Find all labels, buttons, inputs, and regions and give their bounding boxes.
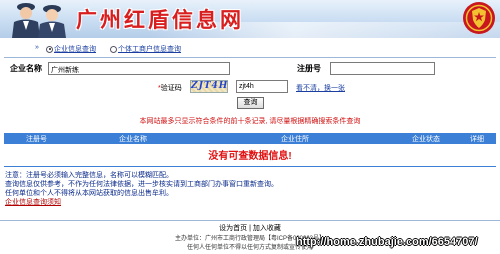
tab-enterprise-search[interactable]: 企业信息查询: [46, 44, 96, 54]
note-line: 任何单位和个人不得将从本网站获取的信息出售牟利。: [5, 190, 173, 197]
registration-number-input[interactable]: [330, 62, 435, 75]
search-form: 企业名称 广州新练 注册号 *验证码 ZJT4H zjt4h 看不清，换一张 查…: [4, 57, 496, 113]
no-data-message: 没有可查数据信息!: [208, 151, 292, 162]
watermark-text: http://home.zhubajie.com/6654707/: [296, 236, 478, 248]
notes-section: 注意：注册号必须输入完整信息，名称可以模糊匹配。 查询信息仅供参考，不作为任何法…: [5, 171, 495, 207]
officers-illustration-icon: [12, 3, 66, 38]
footer-links: 设为首页 | 加入收藏: [0, 223, 500, 233]
footer-separator: |: [249, 225, 251, 232]
captcha-input[interactable]: zjt4h: [236, 80, 288, 93]
column-header-detail: 详细: [470, 136, 484, 143]
tab-label: 企业信息查询: [54, 46, 96, 53]
footer-divider: [0, 220, 500, 221]
results-table-header: 注册号 企业名称 企业住所 企业状态 详细: [4, 133, 496, 144]
set-homepage-link[interactable]: 设为首页: [219, 225, 247, 232]
result-limit-notice: 本网站最多只显示符合条件的前十条记录, 请尽量根据精确搜索条件查询: [139, 118, 361, 125]
radio-selected-icon[interactable]: [46, 45, 53, 53]
tab-individual-business-search[interactable]: 个体工商户信息查询: [110, 44, 181, 54]
radio-unselected-icon[interactable]: [110, 45, 117, 53]
note-line: 查询信息仅供参考，不作为任何法律依据，进一步核实请到工商部门办事窗口重新查询。: [5, 181, 278, 188]
site-banner: 广州红盾信息网: [0, 0, 500, 38]
registration-number-label: 注册号: [297, 64, 321, 73]
captcha-label: *验证码: [158, 85, 182, 92]
company-name-label: 企业名称: [10, 64, 42, 73]
query-instructions-link[interactable]: 企业信息查询须知: [5, 199, 61, 206]
search-type-tabs: » 企业信息查询 个体工商户信息查询: [0, 41, 500, 56]
table-divider: [4, 166, 496, 167]
double-chevron-icon: »: [35, 44, 39, 51]
column-header-status: 企业状态: [412, 136, 440, 143]
tab-label: 个体工商户信息查询: [118, 46, 181, 53]
red-shield-emblem-icon: [463, 2, 495, 34]
note-line: 注意：注册号必须输入完整信息，名称可以模糊匹配。: [5, 172, 173, 179]
results-table: 注册号 企业名称 企业住所 企业状态 详细 没有可查数据信息!: [4, 133, 496, 167]
column-header-address: 企业住所: [281, 136, 309, 143]
add-bookmark-link[interactable]: 加入收藏: [253, 225, 281, 232]
company-name-input[interactable]: 广州新练: [48, 62, 230, 75]
refresh-captcha-link[interactable]: 看不清，换一张: [296, 83, 345, 93]
column-header-reg-no: 注册号: [26, 136, 47, 143]
site-title: 广州红盾信息网: [76, 7, 244, 32]
captcha-image[interactable]: ZJT4H: [190, 80, 228, 93]
query-button[interactable]: 查询: [237, 97, 264, 109]
column-header-company-name: 企业名称: [119, 136, 147, 143]
